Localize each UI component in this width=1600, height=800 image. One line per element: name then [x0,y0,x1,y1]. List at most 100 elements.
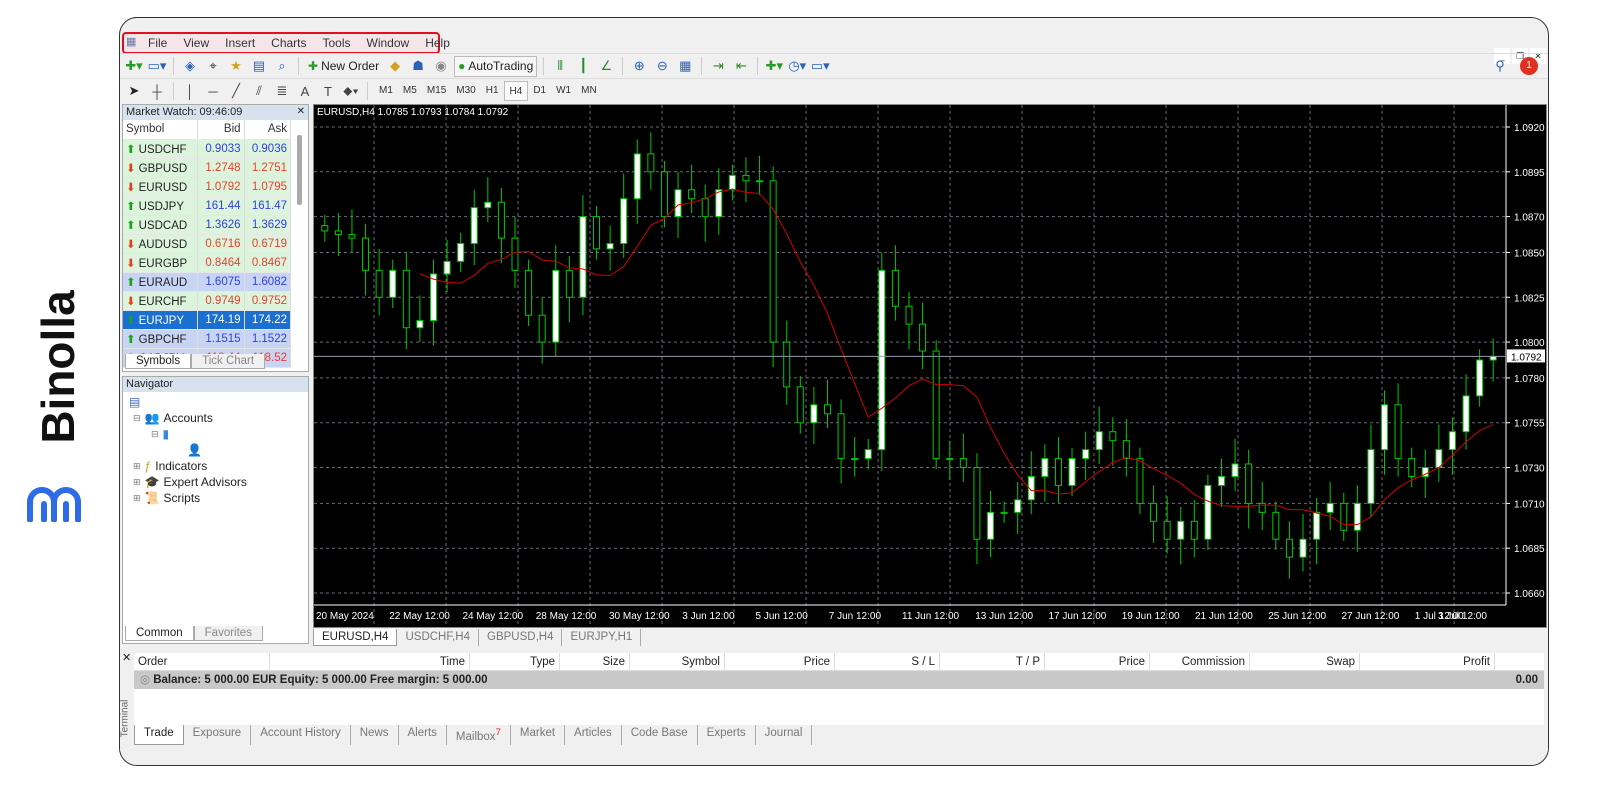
col-ask[interactable]: Ask [244,120,292,140]
timeframe-d1[interactable]: D1 [528,81,551,101]
terminal-icon[interactable]: ▤ [249,56,269,76]
data-window-icon[interactable]: ⌖ [203,56,223,76]
fibonacci-icon[interactable]: ≣ [272,81,292,101]
market-watch-row[interactable]: ⬆ EURJPY 174.19 174.22 [123,310,292,330]
channel-icon[interactable]: ⫽ [249,81,269,101]
terminal-tab-market[interactable]: Market [511,725,566,745]
col-tp[interactable]: T / P [940,653,1045,670]
periods-icon[interactable]: ◷▾ [787,56,807,76]
signals-icon[interactable]: ☗ [408,56,428,76]
col-type[interactable]: Type [470,653,560,670]
market-watch-row[interactable]: ⬆ USDCAD 1.3626 1.3629 [123,215,292,235]
close-icon[interactable]: ✕ [297,106,305,117]
tab-tick-chart[interactable]: Tick Chart [191,354,266,369]
col-size[interactable]: Size [560,653,630,670]
profiles-icon[interactable]: ▭▾ [147,56,167,76]
expand-icon[interactable]: ⊞ [133,461,141,472]
col-price[interactable]: Price [1045,653,1150,670]
col-swap[interactable]: Swap [1250,653,1360,670]
market-watch-row[interactable]: ⬇ GBPUSD 1.2748 1.2751 [123,158,292,178]
tab-common[interactable]: Common [125,626,194,641]
timeframe-mn[interactable]: MN [576,81,602,101]
timeframe-m1[interactable]: M1 [374,81,398,101]
navigator-item-accounts[interactable]: ⊟ 👥 Accounts [129,410,302,426]
market-watch-row[interactable]: ⬇ EURGBP 0.8464 0.8467 [123,253,292,273]
chart-window[interactable]: 1.0920 1.0895 1.0870 1.0850 1.0825 1.0800 1.07… [313,104,1547,628]
crosshair-icon[interactable]: ┼ [147,81,167,101]
terminal-tab-journal[interactable]: Journal [756,725,813,745]
chart-shift-icon[interactable]: ⇤ [731,56,751,76]
menu-file[interactable]: File [140,36,175,50]
candlestick-icon[interactable]: ┃ [573,56,593,76]
terminal-tab-account-history[interactable]: Account History [251,725,351,745]
market-watch-row[interactable]: ⬆ USDJPY 161.44 161.47 [123,196,292,216]
market-icon[interactable]: ◉ [431,56,451,76]
text-icon[interactable]: A [295,81,315,101]
market-watch-row[interactable]: ⬇ EURUSD 1.0792 1.0795 [123,177,292,197]
col-profit[interactable]: Profit [1360,653,1495,670]
vertical-line-icon[interactable]: │ [180,81,200,101]
indicators-icon[interactable]: ✚▾ [764,56,784,76]
terminal-tab-trade[interactable]: Trade [134,725,184,745]
terminal-tab-code-base[interactable]: Code Base [622,725,698,745]
label-icon[interactable]: T [318,81,338,101]
chart-tab-eurjpy-h1[interactable]: EURJPY,H1 [562,629,642,646]
tile-windows-icon[interactable]: ▦ [675,56,695,76]
scrollbar[interactable] [297,135,302,205]
tab-symbols[interactable]: Symbols [125,354,192,369]
account-server[interactable]: ⊟ ▮ [129,426,302,442]
horizontal-line-icon[interactable]: ─ [203,81,223,101]
tab-favorites[interactable]: Favorites [193,626,263,641]
chart-tab-usdchf-h4[interactable]: USDCHF,H4 [397,629,480,646]
tester-icon[interactable]: ⌕ [272,56,292,76]
market-watch-row[interactable]: ⬆ USDCHF 0.9033 0.9036 [123,139,292,159]
zoom-out-icon[interactable]: ⊖ [652,56,672,76]
chart-tab-eurusd-h4[interactable]: EURUSD,H4 [313,629,398,646]
timeframe-m30[interactable]: M30 [451,81,480,101]
cursor-icon[interactable]: ➤ [124,81,144,101]
collapse-icon[interactable]: ⊟ [133,413,141,424]
col-sl[interactable]: S / L [835,653,940,670]
timeframe-m5[interactable]: M5 [398,81,422,101]
autoscroll-icon[interactable]: ⇥ [708,56,728,76]
metaeditor-icon[interactable]: ◆ [385,56,405,76]
zoom-in-icon[interactable]: ⊕ [629,56,649,76]
trendline-icon[interactable]: ╱ [226,81,246,101]
terminal-tab-news[interactable]: News [351,725,399,745]
mailbox-tab-wrap[interactable]: Mailbox7 [447,725,511,745]
timeframe-h1[interactable]: H1 [481,81,504,101]
timeframe-w1[interactable]: W1 [551,81,576,101]
timeframe-h4[interactable]: H4 [503,81,529,101]
market-watch-row[interactable]: ⬆ GBPCHF 1.1515 1.1522 [123,329,292,349]
chart-tab-gbpusd-h4[interactable]: GBPUSD,H4 [479,629,563,646]
menu-window[interactable]: Window [359,36,418,50]
navigator-icon[interactable]: ★ [226,56,246,76]
navigator-item-indicators[interactable]: ⊞ ƒ Indicators [129,458,302,474]
notifications-badge[interactable]: 1 [1520,57,1538,75]
timeframe-m15[interactable]: M15 [422,81,451,101]
market-watch-icon[interactable]: ◈ [180,56,200,76]
new-chart-icon[interactable]: ✚▾ [124,56,144,76]
navigator-item-scripts[interactable]: ⊞ 📜 Scripts [129,490,302,506]
arrows-icon[interactable]: ⬥▾ [341,81,361,101]
col-symbol[interactable]: Symbol [630,653,725,670]
line-chart-icon[interactable]: ∠ [596,56,616,76]
menu-help[interactable]: Help [417,36,458,50]
price-chart[interactable]: 1.0920 1.0895 1.0870 1.0850 1.0825 1.0800 1.07… [314,105,1546,627]
expand-icon[interactable]: ⊞ [133,493,141,504]
col-order[interactable]: Order [134,653,270,670]
autotrading-button[interactable]: ● AutoTrading [454,55,538,77]
col-commission[interactable]: Commission [1150,653,1250,670]
terminal-tab-articles[interactable]: Articles [565,725,622,745]
terminal-tab-experts[interactable]: Experts [698,725,756,745]
col-price[interactable]: Price [725,653,835,670]
terminal-tab-alerts[interactable]: Alerts [399,725,447,745]
col-symbol[interactable]: Symbol [123,120,199,140]
terminal-close-icon[interactable]: ✕ [122,651,131,664]
menu-charts[interactable]: Charts [263,36,314,50]
market-watch-row[interactable]: ⬇ EURCHF 0.9749 0.9752 [123,291,292,311]
account-user[interactable]: 👤 [129,442,302,458]
col-time[interactable]: Time [270,653,470,670]
search-icon[interactable]: ⚲ [1490,56,1510,76]
menu-insert[interactable]: Insert [217,36,263,50]
